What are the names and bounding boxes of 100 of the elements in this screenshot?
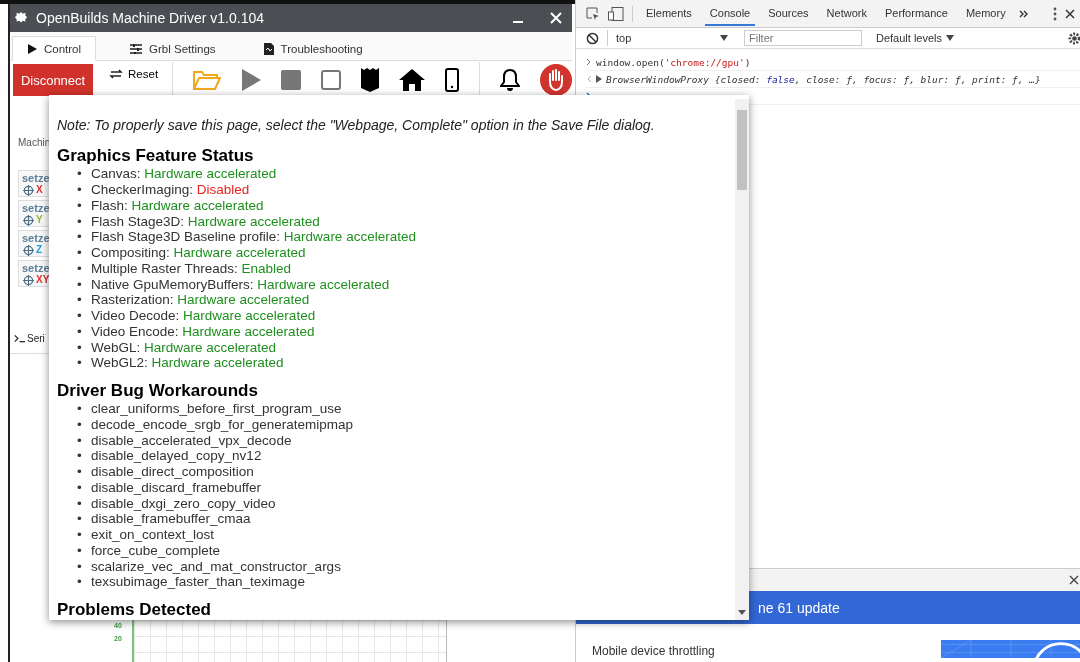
expand-icon[interactable] <box>596 75 602 83</box>
list-item: disable_delayed_copy_nv12 <box>91 448 262 464</box>
list-bullet: • <box>77 260 83 276</box>
devtools-tab[interactable]: Performance <box>879 1 953 26</box>
devtools-tab[interactable]: Network <box>821 1 872 26</box>
bell-icon[interactable] <box>500 69 520 91</box>
caret-icon <box>946 35 955 41</box>
list-item: Flash: Hardware accelerated <box>91 197 264 213</box>
scrollbar[interactable] <box>735 99 749 620</box>
caret-icon[interactable] <box>738 610 746 615</box>
caret-icon <box>720 35 728 41</box>
list-item: decode_encode_srgb_for_generatemipmap <box>91 416 353 432</box>
play-icon <box>27 44 37 54</box>
tab[interactable]: Grbl Settings <box>116 37 230 60</box>
crosshair-icon <box>23 274 34 286</box>
list-bullet: • <box>77 292 83 308</box>
list-item: clear_uniforms_before_first_program_use <box>91 401 342 417</box>
section-heading: Graphics Feature Status <box>57 146 255 166</box>
list-item: Flash Stage3D: Hardware accelerated <box>91 213 320 229</box>
list-item: exit_on_context_lost <box>91 527 215 543</box>
list-item: Video Decode: Hardware accelerated <box>91 308 316 324</box>
settings-icon[interactable] <box>1068 31 1080 45</box>
list-item: scalarize_vec_and_mat_constructor_args <box>91 558 341 574</box>
console-command-text: window.open('chrome://gpu') <box>596 56 751 68</box>
list-bullet: • <box>77 448 83 464</box>
list-item: Video Encode: Hardware accelerated <box>91 323 315 339</box>
list-item: Canvas: Hardware accelerated <box>91 166 277 182</box>
list-bullet: • <box>77 479 83 495</box>
list-bullet: • <box>77 495 83 511</box>
banner-title: ne 61 update <box>758 599 840 616</box>
list-item: disable_direct_composition <box>91 464 254 480</box>
tab[interactable]: Troubleshooting <box>249 37 377 60</box>
devtools-tab[interactable]: Elements <box>641 1 697 26</box>
list-bullet: • <box>77 558 83 574</box>
console-result-text: BrowserWindowProxy {closed: false, close: ƒ, focus: ƒ, blur: ƒ, print: ƒ, …} <box>606 73 1041 85</box>
list-bullet: • <box>77 401 83 417</box>
list-bullet: • <box>77 213 83 229</box>
devtools-tab[interactable]: Console <box>704 1 756 26</box>
list-item: WebGL2: Hardware accelerated <box>91 355 284 371</box>
list-item: Native GpuMemoryBuffers: Hardware accelerated <box>91 276 390 292</box>
list-bullet: • <box>77 542 83 558</box>
play-icon[interactable] <box>241 69 262 91</box>
tab[interactable]: Control <box>12 36 97 61</box>
more-tabs-icon[interactable] <box>1018 9 1029 18</box>
crosshair-icon <box>23 184 34 196</box>
phone-icon[interactable] <box>445 68 460 92</box>
filter-field[interactable]: Filter <box>744 30 862 46</box>
window-title: OpenBuilds Machine Driver v1.0.104 <box>36 10 264 26</box>
list-bullet: • <box>77 464 83 480</box>
context-select[interactable]: top <box>616 32 736 44</box>
list-bullet: • <box>77 574 83 590</box>
list-bullet: • <box>77 416 83 432</box>
list-item: Flash Stage3D Baseline profile: Hardware accelerated <box>91 229 416 245</box>
crosshair-icon <box>23 244 34 256</box>
list-item: texsubimage_faster_than_teximage <box>91 574 305 590</box>
devtools-tab[interactable]: Sources <box>763 1 814 26</box>
list-item: disable_accelerated_vpx_decode <box>91 432 292 448</box>
reset-button[interactable]: Reset <box>109 68 159 80</box>
inspect-icon[interactable] <box>586 6 600 21</box>
list-bullet: • <box>77 339 83 355</box>
section-heading: Driver Bug Workarounds <box>57 380 259 401</box>
list-item: Compositing: Hardware accelerated <box>91 245 306 261</box>
levels-dropdown[interactable]: Default levels <box>870 31 961 45</box>
scrollbar-thumb[interactable] <box>737 110 747 190</box>
shield-icon[interactable] <box>361 68 380 92</box>
device-icon[interactable] <box>608 6 624 21</box>
list-item: Rasterization: Hardware accelerated <box>91 292 310 308</box>
list-bullet: • <box>77 197 83 213</box>
serial-console-tab[interactable]: Seri <box>14 333 45 344</box>
list-bullet: • <box>77 308 83 324</box>
swap-arrows-icon <box>109 68 124 80</box>
terminal-icon <box>14 334 25 343</box>
list-item: WebGL: Hardware accelerated <box>91 339 277 355</box>
list-bullet: • <box>77 229 83 245</box>
list-bullet: • <box>77 355 83 371</box>
list-item: force_cube_complete <box>91 542 221 558</box>
feature-title: Mobile device throttling <box>592 644 715 658</box>
list-item: CheckerImaging: Disabled <box>91 182 250 198</box>
list-item: disable_discard_framebuffer <box>91 479 262 495</box>
list-bullet: • <box>77 323 83 339</box>
list-bullet: • <box>77 527 83 543</box>
prompt-icon <box>586 58 592 66</box>
list-bullet: • <box>77 432 83 448</box>
clear-console-icon[interactable] <box>586 31 599 45</box>
list-bullet: • <box>77 182 83 198</box>
stop-icon[interactable] <box>281 70 302 90</box>
disconnect-button[interactable]: Disconnect <box>13 64 94 96</box>
close-icon[interactable] <box>1069 575 1079 585</box>
devtools-tab[interactable]: Memory <box>960 1 1011 26</box>
document-icon <box>263 43 274 55</box>
close-icon[interactable] <box>1065 8 1075 19</box>
home-icon[interactable] <box>399 69 426 91</box>
stop-hand-icon[interactable] <box>540 64 572 96</box>
square-icon[interactable] <box>321 70 342 90</box>
kebab-menu-icon[interactable] <box>1053 6 1057 21</box>
list-item: disable_dxgi_zero_copy_video <box>91 495 276 511</box>
crosshair-icon <box>23 214 34 226</box>
list-bullet: • <box>77 166 83 182</box>
list-bullet: • <box>77 276 83 292</box>
list-item: disable_framebuffer_cmaa <box>91 511 251 527</box>
